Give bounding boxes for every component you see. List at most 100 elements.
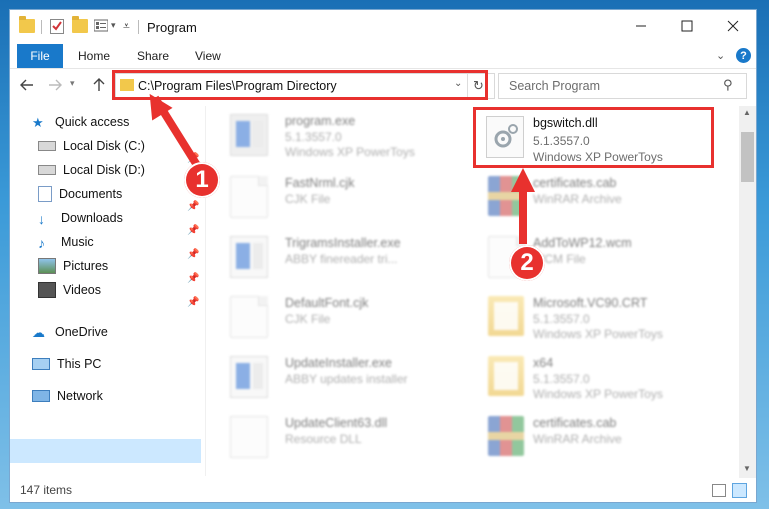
sidebar-item-pictures[interactable]: Pictures: [38, 255, 108, 277]
document-icon: [230, 176, 268, 218]
item-count: 147 items: [20, 483, 73, 497]
sidebar-item-videos[interactable]: Videos: [38, 279, 101, 301]
file-item[interactable]: DefaultFont.cjk CJK File: [210, 292, 450, 342]
sidebar-item-label: Local Disk (C:): [63, 139, 145, 153]
explorer-window: ▾ ⩡ Program File Home Share View ⌄ ? ▾ C…: [10, 10, 756, 502]
sidebar-item-this-pc[interactable]: This PC: [32, 353, 101, 375]
file-item[interactable]: certificates.cab WinRAR Archive: [478, 412, 718, 462]
file-item[interactable]: UpdateClient63.dll Resource DLL: [210, 412, 450, 462]
pin-icon[interactable]: 📌: [187, 273, 199, 284]
file-type: CJK File: [285, 312, 331, 326]
up-button[interactable]: [90, 76, 108, 94]
quick-access-toolbar-menu-icon[interactable]: ⩡: [123, 19, 130, 34]
file-type: Resource DLL: [285, 432, 362, 446]
callout-badge-1: 1: [184, 162, 220, 198]
exe-icon: [230, 114, 268, 156]
details-view-icon[interactable]: [712, 484, 726, 497]
tab-view[interactable]: View: [195, 44, 221, 68]
pin-icon[interactable]: 📌: [187, 297, 199, 308]
file-name: DefaultFont.cjk: [285, 296, 369, 310]
status-bar: 147 items: [10, 478, 756, 502]
installer-icon: [230, 356, 268, 398]
file-name: UpdateInstaller.exe: [285, 356, 393, 370]
help-icon[interactable]: ?: [736, 48, 751, 63]
tab-file[interactable]: File: [17, 44, 63, 68]
maximize-button[interactable]: [664, 10, 710, 42]
sidebar-item-label: Documents: [59, 187, 123, 201]
title-bar: ▾ ⩡ Program: [10, 10, 756, 44]
file-item[interactable]: UpdateInstaller.exe ABBY updates install…: [210, 352, 450, 402]
window-title: Program: [147, 20, 197, 35]
minimize-button[interactable]: [618, 10, 664, 42]
folder-icon: [488, 356, 524, 396]
sidebar-item-quick-access[interactable]: ★ Quick access: [32, 111, 129, 133]
file-name: TrigramsInstaller.exe: [285, 236, 401, 250]
sidebar-item-local-disk-d[interactable]: Local Disk (D:): [38, 159, 145, 181]
file-item[interactable]: FastNrml.cjk CJK File: [210, 172, 450, 222]
tab-home[interactable]: Home: [78, 44, 110, 68]
large-icons-view-icon[interactable]: [732, 483, 747, 498]
star-icon: ★: [32, 115, 44, 130]
file-name: UpdateClient63.dll: [285, 416, 388, 430]
sidebar-item-label: OneDrive: [55, 325, 108, 339]
computer-icon: [32, 358, 50, 370]
music-note-icon: ♪: [38, 235, 45, 251]
sidebar-item-local-disk-c[interactable]: Local Disk (C:): [38, 135, 145, 157]
back-button[interactable]: [18, 76, 36, 94]
chevron-down-icon[interactable]: ▾: [111, 20, 116, 31]
vertical-scrollbar[interactable]: ▲ ▼: [739, 106, 756, 478]
sidebar-item-documents[interactable]: Documents: [38, 183, 122, 205]
documents-icon: [38, 186, 52, 202]
sidebar-item-label: This PC: [57, 357, 102, 371]
file-name: x64: [533, 356, 554, 370]
network-icon: [32, 390, 50, 402]
expand-ribbon-icon[interactable]: ⌄: [716, 49, 725, 62]
file-type: CJK File: [285, 192, 331, 206]
divider: [138, 20, 139, 34]
callout-badge-2: 2: [509, 245, 545, 281]
sidebar-item-network[interactable]: Network: [32, 385, 103, 407]
customize-quick-access-icon[interactable]: [93, 19, 109, 32]
file-name: FastNrml.cjk: [285, 176, 355, 190]
sidebar-item-label: Local Disk (D:): [63, 163, 145, 177]
sidebar-item-label: Downloads: [61, 211, 123, 225]
file-description: Windows XP PowerToys: [285, 145, 415, 159]
tab-share[interactable]: Share: [137, 44, 169, 68]
sidebar-item-label: Network: [57, 389, 103, 403]
selection-highlight: [10, 439, 201, 463]
dll-icon: [230, 416, 268, 458]
search-icon[interactable]: ⚲: [723, 77, 733, 93]
sidebar-item-downloads[interactable]: ↓ Downloads: [38, 207, 123, 229]
file-name: program.exe: [285, 114, 356, 128]
file-type: ABBY finereader tri...: [285, 252, 398, 266]
file-name: certificates.cab: [533, 416, 617, 430]
drive-icon: [38, 141, 56, 151]
pin-icon[interactable]: 📌: [187, 225, 199, 236]
installer-icon: [230, 236, 268, 278]
file-item[interactable]: Microsoft.VC90.CRT 5.1.3557.0 Windows XP…: [478, 292, 718, 342]
sidebar-item-onedrive[interactable]: ☁ OneDrive: [32, 321, 108, 343]
close-button[interactable]: [710, 10, 756, 42]
callout-arrowhead-2: [511, 168, 535, 192]
file-version: 5.1.3557.0: [285, 130, 342, 144]
new-folder-icon[interactable]: [72, 16, 88, 33]
file-item[interactable]: TrigramsInstaller.exe ABBY finereader tr…: [210, 232, 450, 282]
scroll-up-icon[interactable]: ▲: [743, 108, 751, 117]
sidebar-item-music[interactable]: ♪ Music: [38, 231, 94, 253]
pin-icon[interactable]: 📌: [187, 201, 199, 212]
file-item[interactable]: program.exe 5.1.3557.0 Windows XP PowerT…: [210, 110, 450, 160]
file-description: Windows XP PowerToys: [533, 387, 663, 401]
file-item[interactable]: x64 5.1.3557.0 Windows XP PowerToys: [478, 352, 718, 402]
search-placeholder: Search Program: [509, 79, 601, 93]
file-name: AddToWP12.wcm: [533, 236, 632, 250]
search-input[interactable]: Search Program ⚲: [498, 73, 747, 99]
recent-locations-icon[interactable]: ▾: [70, 78, 75, 89]
ribbon: File Home Share View ⌄ ?: [10, 44, 756, 69]
scrollbar-thumb[interactable]: [741, 132, 754, 182]
pin-icon[interactable]: 📌: [187, 249, 199, 260]
file-type: WinRAR Archive: [533, 432, 622, 446]
winrar-icon: [488, 416, 524, 456]
forward-button[interactable]: [46, 76, 64, 94]
scroll-down-icon[interactable]: ▼: [743, 464, 751, 473]
properties-icon[interactable]: [50, 19, 64, 34]
